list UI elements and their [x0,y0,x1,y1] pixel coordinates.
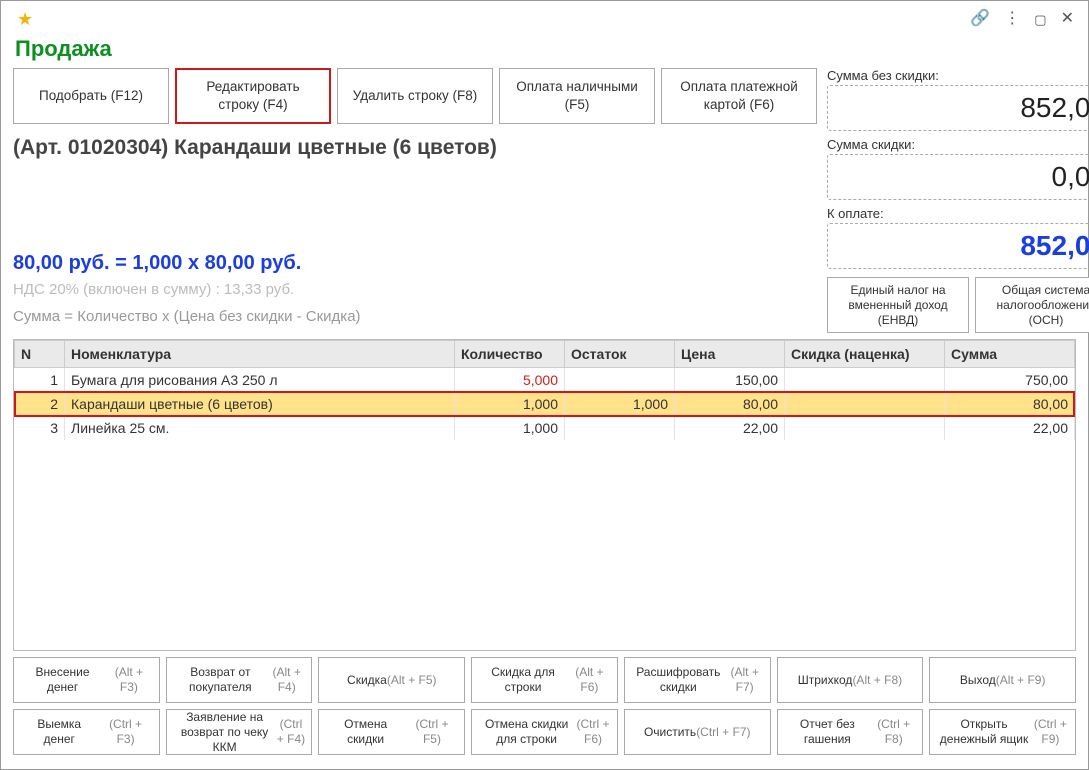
col-price[interactable]: Цена [675,341,785,368]
footer-button[interactable]: Выемка денег (Ctrl + F3) [13,709,160,755]
col-n[interactable]: N [15,341,65,368]
page-title: Продажа [15,36,1076,62]
footer-button[interactable]: Скидка для строки (Alt + F6) [471,657,618,703]
footer-button[interactable]: Возврат от покупателя (Alt + F4) [166,657,313,703]
pay-card-button[interactable]: Оплата платежной картой (F6) [661,68,817,124]
footer-button[interactable]: Очистить (Ctrl + F7) [624,709,771,755]
col-sum[interactable]: Сумма [945,341,1075,368]
col-name[interactable]: Номенклатура [65,341,455,368]
footer-button[interactable]: Расшифровать скидки (Alt + F7) [624,657,771,703]
tax-envd-button[interactable]: Единый налог на вмененный доход (ЕНВД) [827,277,969,333]
col-discount[interactable]: Скидка (наценка) [785,341,945,368]
edit-row-button[interactable]: Редактировать строку (F4) [175,68,331,124]
footer-button[interactable]: Отмена скидки (Ctrl + F5) [318,709,465,755]
items-table[interactable]: N Номенклатура Количество Остаток Цена С… [14,340,1075,440]
footer-button[interactable]: Внесение денег (Alt + F3) [13,657,160,703]
topay-value: 852,00 [827,223,1089,269]
footer-button[interactable]: Выход (Alt + F9) [929,657,1076,703]
pick-button[interactable]: Подобрать (F12) [13,68,169,124]
close-icon[interactable]: ✕ [1061,11,1074,27]
selected-item-title: (Арт. 01020304) Карандаши цветные (6 цве… [13,136,817,160]
footer-button[interactable]: Отчет без гашения (Ctrl + F8) [777,709,924,755]
subtotal-label: Сумма без скидки: [827,68,1089,83]
link-icon[interactable]: 🔗 [970,11,990,27]
footer-button[interactable]: Штрихкод (Alt + F8) [777,657,924,703]
footer-button[interactable]: Открыть денежный ящик (Ctrl + F9) [929,709,1076,755]
vat-line: НДС 20% (включен в сумму) : 13,33 руб. [13,281,817,298]
footer-button[interactable]: Скидка (Alt + F5) [318,657,465,703]
subtotal-value: 852,00 [827,85,1089,131]
col-remain[interactable]: Остаток [565,341,675,368]
formula-line: Сумма = Количество x (Цена без скидки - … [13,308,817,325]
main-toolbar: Подобрать (F12) Редактировать строку (F4… [13,68,817,124]
footer-panel: Внесение денег (Alt + F3)Возврат от поку… [13,657,1076,761]
star-icon[interactable]: ★ [17,9,1076,30]
delete-row-button[interactable]: Удалить строку (F8) [337,68,493,124]
kebab-menu-icon[interactable]: ⋮ [1004,11,1020,27]
table-row[interactable]: 3Линейка 25 см.1,00022,0022,00 [15,416,1075,440]
discount-label: Сумма скидки: [827,137,1089,152]
table-row[interactable]: 1Бумага для рисования А3 250 л5,000150,0… [15,368,1075,393]
discount-value: 0,00 [827,154,1089,200]
maximize-icon[interactable]: ▢ [1034,13,1046,26]
footer-button[interactable]: Заявление на возврат по чеку ККМ (Ctrl +… [166,709,313,755]
calculation-line: 80,00 руб. = 1,000 х 80,00 руб. [13,252,817,275]
topay-label: К оплате: [827,206,1089,221]
app-window: 🔗 ⋮ ▢ ✕ ★ Продажа Подобрать (F12) Редакт… [0,0,1089,770]
tax-osn-button[interactable]: Общая система налогообложения (ОСН) [975,277,1089,333]
col-qty[interactable]: Количество [455,341,565,368]
titlebar-controls: 🔗 ⋮ ▢ ✕ [970,11,1074,27]
table-row[interactable]: 2Карандаши цветные (6 цветов)1,0001,0008… [15,392,1075,416]
items-table-wrap: N Номенклатура Количество Остаток Цена С… [13,339,1076,651]
pay-cash-button[interactable]: Оплата наличными (F5) [499,68,655,124]
footer-button[interactable]: Отмена скидки для строки (Ctrl + F6) [471,709,618,755]
